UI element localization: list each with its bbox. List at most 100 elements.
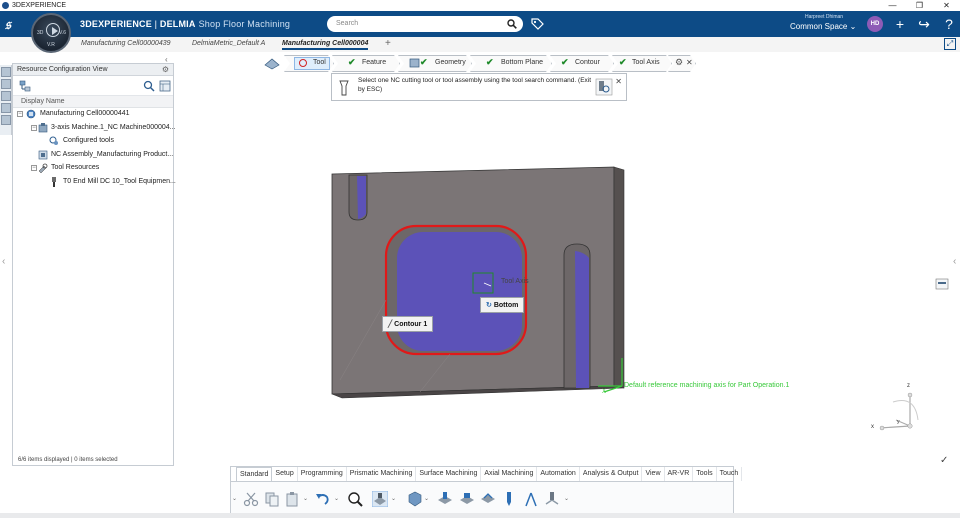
- play-icon[interactable]: [46, 23, 60, 37]
- 3d-viewport[interactable]: [174, 52, 960, 513]
- action-bar: Standard Setup Programming Prismatic Mac…: [230, 466, 743, 514]
- machining-operation-icon[interactable]: [372, 491, 388, 507]
- step-tool-axis-label: Tool Axis: [632, 59, 660, 66]
- maximize-button[interactable]: ❐: [906, 0, 933, 11]
- ds-logo-icon[interactable]: 𝔰: [5, 15, 11, 33]
- tag-icon[interactable]: [530, 17, 544, 31]
- tree-item-end-mill[interactable]: T0 End Mill DC 10_Tool Equipmen...: [13, 176, 176, 190]
- compass-version: V.R: [47, 42, 55, 48]
- profile-contouring-icon[interactable]: [480, 491, 496, 507]
- gear-icon[interactable]: ⚙: [675, 57, 683, 68]
- chevron-down-icon[interactable]: ⌄: [391, 495, 396, 502]
- document-tabs: Manufacturing Cell00000439 DelmiaMetric_…: [0, 37, 960, 52]
- tab-surface-machining[interactable]: Surface Machining: [416, 467, 482, 481]
- part-operation-icon[interactable]: [407, 491, 423, 507]
- tab-axial-machining[interactable]: Axial Machining: [481, 467, 538, 481]
- tab-tools[interactable]: Tools: [693, 467, 717, 481]
- green-axis-x-label: X: [602, 389, 607, 395]
- search-icon[interactable]: [507, 19, 517, 29]
- chevron-down-icon[interactable]: ⌄: [303, 495, 308, 502]
- table-view-icon[interactable]: [159, 80, 171, 92]
- action-bar-tools: ⌄ ⌄ ⌄ ⌄ ⌄ ⌄: [231, 481, 733, 514]
- strip-tool-icon[interactable]: [1, 115, 11, 125]
- search-icon[interactable]: [143, 80, 155, 92]
- collapse-toggle[interactable]: −: [31, 165, 37, 171]
- pen-icon[interactable]: ✓: [940, 455, 948, 466]
- copy-icon[interactable]: [264, 491, 280, 507]
- tool-search-icon[interactable]: [595, 78, 613, 96]
- user-menu[interactable]: Harpreet Dhiman Common Space ⌄: [790, 14, 856, 31]
- minimize-button[interactable]: —: [879, 0, 906, 11]
- collapse-toggle[interactable]: −: [17, 111, 23, 117]
- collapse-toggle[interactable]: −: [31, 124, 37, 131]
- close-icon[interactable]: ✕: [686, 58, 693, 67]
- app-icon: [2, 2, 9, 9]
- tree-item-configured-tools[interactable]: Configured tools: [13, 135, 173, 149]
- cut-icon[interactable]: [243, 491, 259, 507]
- tool-missing-icon: [299, 59, 307, 67]
- manufacturing-cell-icon: [26, 109, 36, 119]
- check-icon: ✔: [486, 57, 494, 67]
- close-prompt-icon[interactable]: ✕: [615, 77, 622, 86]
- action-bar-tabs: Standard Setup Programming Prismatic Mac…: [236, 467, 743, 481]
- tab-ar-vr[interactable]: AR-VR: [665, 467, 694, 481]
- step-contour-label: Contour: [575, 59, 600, 66]
- tab-automation[interactable]: Automation: [537, 467, 580, 481]
- strip-tool-icon[interactable]: [1, 103, 11, 113]
- tree-item-machine[interactable]: − 3-axis Machine.1_NC Machine000004...: [13, 122, 176, 136]
- tab-manufacturing-cell-439[interactable]: Manufacturing Cell00000439: [81, 40, 171, 47]
- chevron-down-icon[interactable]: ⌄: [232, 495, 237, 502]
- filter-tree-icon[interactable]: [19, 80, 31, 92]
- orientation-triad[interactable]: [872, 388, 917, 433]
- app-header: 𝔰 3DEXPERIENCE | DELMIA Shop Floor Machin…: [0, 11, 960, 37]
- undo-icon[interactable]: [314, 491, 330, 507]
- contour-callout[interactable]: ╱ Contour 1: [382, 316, 434, 332]
- right-expand-chevron-icon[interactable]: ‹: [953, 256, 956, 267]
- column-header-display-name[interactable]: Display Name: [13, 96, 173, 108]
- close-window-button[interactable]: ✕: [933, 0, 960, 11]
- facing-icon[interactable]: [459, 491, 475, 507]
- strip-tool-icon[interactable]: [1, 91, 11, 101]
- strip-tool-icon[interactable]: [1, 67, 11, 77]
- tab-view[interactable]: View: [642, 467, 665, 481]
- add-tab-button[interactable]: +: [385, 38, 391, 49]
- brand-title: 3DEXPERIENCE | DELMIA Shop Floor Machinin…: [80, 19, 291, 29]
- share-icon[interactable]: ↪: [916, 16, 932, 32]
- chevron-down-icon[interactable]: ⌄: [564, 495, 569, 502]
- bottom-plane-callout[interactable]: ↻ Bottom: [480, 297, 525, 313]
- drilling-icon[interactable]: [501, 491, 517, 507]
- tool-axis-icon[interactable]: [523, 491, 539, 507]
- tree-item-nc-assembly[interactable]: NC Assembly_Manufacturing Product...: [13, 149, 173, 163]
- tool-panel-icon[interactable]: [935, 277, 949, 291]
- strip-tool-icon[interactable]: [1, 79, 11, 89]
- collab-space-selector[interactable]: Common Space ⌄: [790, 22, 856, 31]
- avatar[interactable]: HD: [867, 16, 883, 32]
- tab-prismatic-machining[interactable]: Prismatic Machining: [347, 467, 417, 481]
- help-icon[interactable]: ?: [941, 16, 957, 32]
- zoom-icon[interactable]: [347, 491, 363, 507]
- tab-manufacturing-cell-active[interactable]: Manufacturing Cell000004: [282, 40, 369, 50]
- tab-analysis-output[interactable]: Analysis & Output: [580, 467, 643, 481]
- check-icon: ✔: [561, 57, 569, 67]
- add-icon[interactable]: +: [892, 16, 908, 32]
- tab-standard[interactable]: Standard: [236, 467, 273, 481]
- search-input[interactable]: Search: [327, 16, 523, 32]
- chevron-down-icon[interactable]: ⌄: [424, 495, 429, 502]
- gear-icon[interactable]: ⚙: [162, 65, 169, 74]
- paste-icon[interactable]: [285, 491, 301, 507]
- compass-widget[interactable]: 3D V.6 V.R: [31, 13, 71, 53]
- tree-item-manufacturing-cell[interactable]: − Manufacturing Cell00000441: [13, 108, 173, 122]
- tab-setup[interactable]: Setup: [272, 467, 298, 481]
- tool-path-icon[interactable]: [544, 491, 560, 507]
- tab-touch[interactable]: Touch: [717, 467, 743, 481]
- maximize-view-icon[interactable]: ⤢: [944, 38, 956, 50]
- left-expand-chevron-icon[interactable]: ‹: [2, 256, 5, 267]
- tree-item-tool-resources[interactable]: − Tool Resources: [13, 162, 173, 176]
- chevron-down-icon: ⌄: [849, 22, 857, 31]
- tab-programming[interactable]: Programming: [298, 467, 347, 481]
- operation-icon[interactable]: [264, 57, 280, 70]
- pocketing-icon[interactable]: [437, 491, 453, 507]
- chevron-down-icon[interactable]: ⌄: [334, 495, 339, 502]
- tab-delmia-metric[interactable]: DelmiaMetric_Default A: [192, 40, 265, 47]
- machining-wizard-toolbar: Tool ✔ Feature ✔ Geometry ✔ Bottom Plane…: [262, 55, 696, 72]
